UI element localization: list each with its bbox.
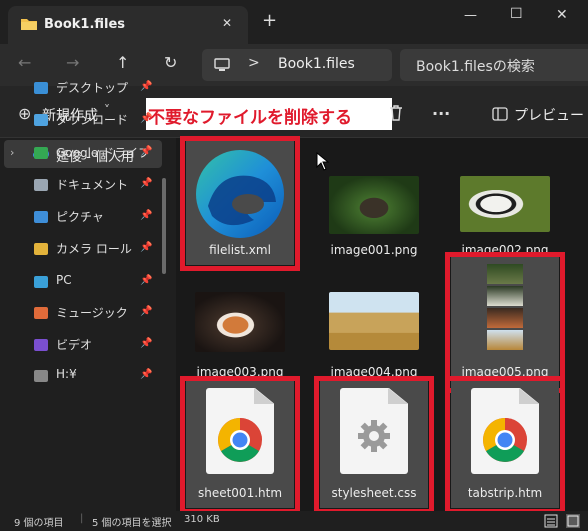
sidebar-item-icon — [34, 211, 48, 223]
navigation-pane: › 延俊 - 個人用 デスクトップ 📌 ダウンロード 📌 Google ドライブ 📌 ドキュ… — [0, 81, 176, 511]
sidebar-item[interactable]: カメラ ロール 📌 — [0, 237, 160, 261]
refresh-button[interactable]: ↻ — [164, 53, 177, 72]
selection-size: 310 KB — [184, 514, 220, 525]
computer-icon — [214, 58, 230, 71]
fox-photo — [195, 292, 285, 352]
sidebar-item-icon — [34, 243, 48, 255]
sidebar-item-icon — [34, 276, 48, 288]
minimize-button[interactable]: — — [464, 8, 477, 23]
large-icons-view-icon[interactable] — [566, 514, 580, 528]
sidebar-item[interactable]: PC 📌 — [0, 270, 160, 294]
sidebar-item-icon — [34, 339, 48, 351]
sidebar-item-label: デスクトップ — [56, 81, 129, 95]
lion-photo — [329, 292, 419, 350]
breadcrumb-location[interactable]: Book1.files — [278, 56, 355, 72]
tab-title: Book1.files — [44, 17, 126, 32]
scrollbar-thumb[interactable] — [162, 178, 166, 274]
pin-icon[interactable]: 📌 — [140, 113, 152, 124]
status-divider: | — [80, 513, 84, 524]
pin-icon[interactable]: 📌 — [140, 338, 152, 349]
more-options-button[interactable]: ··· — [432, 104, 450, 123]
pin-icon[interactable]: 📌 — [140, 275, 152, 286]
sidebar-item-label: カメラ ロール — [56, 242, 132, 256]
sidebar-item[interactable]: H:¥ 📌 — [0, 364, 160, 388]
sidebar-item[interactable]: ピクチャ 📌 — [0, 205, 160, 229]
selection-count: 5 個の項目を選択 — [92, 518, 172, 529]
search-box[interactable]: Book1.filesの検索 — [400, 49, 588, 81]
up-button[interactable]: ↑ — [116, 53, 129, 72]
pin-icon[interactable]: 📌 — [140, 242, 152, 253]
mouse-cursor-icon — [316, 152, 330, 171]
delete-icon[interactable] — [388, 104, 404, 122]
breadcrumb-separator: > — [248, 55, 260, 71]
sidebar-item-label: PC — [56, 273, 72, 287]
maximize-button[interactable]: ☐ — [510, 6, 523, 22]
forward-button[interactable]: → — [66, 53, 79, 72]
status-bar: 9 個の項目 | 5 個の項目を選択 310 KB — [0, 511, 588, 531]
sidebar-item[interactable]: ビデオ 📌 — [0, 333, 160, 357]
sidebar-item-icon — [34, 370, 48, 382]
preview-pane-icon — [492, 107, 508, 121]
sidebar-item[interactable]: ミュージック 📌 — [0, 301, 160, 325]
sidebar-item[interactable]: ダウンロード 📌 — [0, 108, 160, 132]
sidebar-item-label: Google ドライブ — [56, 146, 151, 160]
close-button[interactable]: ✕ — [556, 7, 568, 23]
search-input[interactable]: Book1.filesの検索 — [416, 56, 535, 76]
folder-icon — [21, 19, 37, 30]
window-tab[interactable]: Book1.files ✕ — [8, 6, 248, 44]
chimpanzee-photo — [329, 176, 419, 234]
sidebar-item[interactable]: デスクトップ 📌 — [0, 76, 160, 100]
sidebar-item-icon — [34, 114, 48, 126]
deletion-marker-box — [445, 252, 565, 393]
details-view-icon[interactable] — [544, 514, 558, 528]
sidebar-item-label: H:¥ — [56, 367, 77, 381]
pin-icon[interactable]: 📌 — [140, 178, 152, 189]
annotation-text: 不要なファイルを削除する — [148, 108, 352, 128]
sidebar-item-label: ピクチャ — [56, 210, 104, 224]
pin-icon[interactable]: 📌 — [140, 306, 152, 317]
sidebar-item-label: ダウンロード — [56, 113, 129, 127]
pin-icon[interactable]: 📌 — [140, 210, 152, 221]
sidebar-item-icon — [34, 147, 48, 159]
tab-close-icon[interactable]: ✕ — [222, 16, 232, 30]
sidebar-item-label: ミュージック — [56, 306, 128, 320]
pin-icon[interactable]: 📌 — [140, 146, 152, 157]
address-bar[interactable]: > Book1.files — [202, 49, 392, 81]
preview-button[interactable]: プレビュー — [514, 105, 584, 125]
sidebar-item-icon — [34, 307, 48, 319]
pin-icon[interactable]: 📌 — [140, 369, 152, 380]
panda-photo — [460, 176, 550, 232]
back-button[interactable]: ← — [18, 53, 31, 72]
deletion-marker-box — [180, 376, 300, 514]
sidebar-item-label: ドキュメント — [56, 178, 129, 192]
file-name: image001.png — [330, 243, 418, 257]
sidebar-item[interactable]: ドキュメント 📌 — [0, 173, 160, 197]
new-tab-button[interactable]: + — [262, 10, 277, 31]
sidebar-item[interactable]: Google ドライブ 📌 — [0, 141, 160, 165]
item-count: 9 個の項目 — [14, 518, 64, 529]
deletion-marker-box — [445, 376, 565, 514]
deletion-marker-box — [180, 136, 300, 271]
annotation-box: 不要なファイルを削除する — [146, 98, 392, 130]
sidebar-item-icon — [34, 179, 48, 191]
sidebar-item-label: ビデオ — [56, 338, 93, 352]
sidebar-item-icon — [34, 82, 48, 94]
deletion-marker-box — [314, 376, 434, 514]
pin-icon[interactable]: 📌 — [140, 81, 152, 92]
